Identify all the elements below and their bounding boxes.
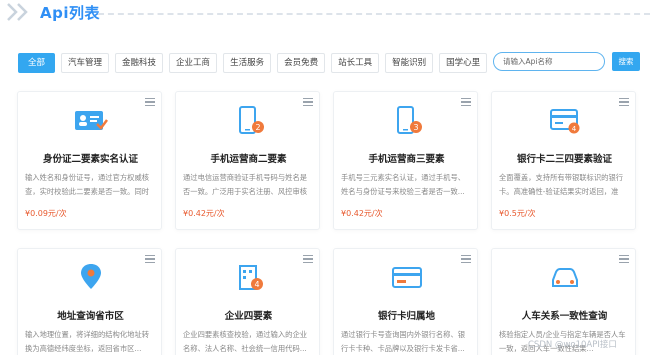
menu-icon[interactable] bbox=[303, 98, 313, 107]
api-description: 企业四要素核查校验，通过输入的企业名称、法人名称、社会统一信用代码... bbox=[183, 330, 308, 352]
menu-icon[interactable] bbox=[619, 98, 629, 107]
api-card[interactable]: 身份证二要素实名认证 输入姓名和身份证号，通过官方权威核查，实时校验此二要素是否… bbox=[17, 91, 162, 230]
api-price: ¥0.5元/次 bbox=[499, 209, 536, 218]
tab-all[interactable]: 全部 bbox=[18, 53, 56, 73]
double-chevron-icon bbox=[7, 3, 28, 21]
api-card[interactable]: 3 手机运营商三要素 手机号三元素实名认证，通过手机号、姓名与身份证号来校验三者… bbox=[333, 91, 478, 230]
phone-2-icon: 2 bbox=[239, 106, 264, 134]
tab-fintech[interactable]: 金融科技 bbox=[115, 53, 164, 73]
bank-card-icon: 4 bbox=[550, 109, 580, 134]
svg-text:3: 3 bbox=[413, 123, 418, 132]
tab-member-free[interactable]: 会员免费 bbox=[277, 53, 326, 73]
api-price: ¥0.09元/次 bbox=[25, 209, 67, 218]
api-card[interactable]: 2 手机运营商二要素 通过电信运营商验证手机号码与姓名是否一致。广泛用于实名注册… bbox=[175, 91, 320, 230]
map-pin-icon bbox=[81, 264, 101, 289]
api-description: 通过电信运营商验证手机号码与姓名是否一致。广泛用于实名注册、风控审核等场景... bbox=[183, 173, 308, 195]
api-price: ¥0.42元/次 bbox=[341, 209, 383, 218]
svg-text:4: 4 bbox=[254, 280, 259, 289]
building-4-icon: 4 bbox=[239, 265, 263, 290]
api-description: 输入地理位置，将详细的结构化地址转换为高德经纬度坐标，返回省市区... bbox=[25, 330, 150, 352]
menu-icon[interactable] bbox=[461, 98, 471, 107]
page-header: Api列表 bbox=[0, 0, 650, 30]
api-name: 身份证二要素实名认证 bbox=[42, 154, 138, 165]
api-description: 通过银行卡号查询国内外银行名称、银行卡卡种、卡品牌以及银行卡发卡省... bbox=[341, 330, 466, 352]
svg-text:4: 4 bbox=[572, 125, 577, 133]
car-icon bbox=[552, 268, 578, 287]
search-input[interactable]: 请输入Api名称 bbox=[493, 52, 605, 71]
api-name: 银行卡二三四要素验证 bbox=[516, 154, 612, 165]
page-title: Api列表 bbox=[40, 4, 100, 22]
api-price: ¥0.42元/次 bbox=[183, 209, 225, 218]
api-description: 全面覆盖，支持所有带银联标识的银行卡。高准确性-验证结果实时返回，准确... bbox=[499, 173, 624, 195]
api-name: 人车关系一致性查询 bbox=[521, 311, 608, 322]
tab-recognition[interactable]: 智能识别 bbox=[385, 53, 434, 73]
api-card[interactable]: 4 企业四要素 企业四要素核查校验，通过输入的企业名称、法人名称、社会统一信用代… bbox=[175, 248, 320, 355]
api-description: 输入姓名和身份证号，通过官方权威核查，实时校验此二要素是否一致。同时返回... bbox=[25, 173, 150, 195]
menu-icon[interactable] bbox=[145, 255, 155, 264]
card-icon bbox=[392, 267, 422, 288]
api-name: 手机运营商二要素 bbox=[210, 154, 287, 165]
api-name: 银行卡归属地 bbox=[377, 311, 435, 322]
api-name: 地址查询省市区 bbox=[57, 311, 124, 322]
menu-icon[interactable] bbox=[303, 255, 313, 264]
api-card[interactable]: 银行卡归属地 通过银行卡号查询国内外银行名称、银行卡卡种、卡品牌以及银行卡发卡省… bbox=[333, 248, 478, 355]
search-button[interactable]: 搜索 bbox=[612, 52, 640, 71]
api-card[interactable]: 地址查询省市区 输入地理位置，将详细的结构化地址转换为高德经纬度坐标，返回省市区… bbox=[17, 248, 162, 355]
id-card-icon bbox=[75, 111, 108, 130]
api-card[interactable]: 4 银行卡二三四要素验证 全面覆盖，支持所有带银联标识的银行卡。高准确性-验证结… bbox=[491, 91, 636, 230]
tab-life[interactable]: 生活服务 bbox=[223, 53, 272, 73]
api-description: 手机号三元素实名认证，通过手机号、姓名与身份证号来校验三者是否一致... bbox=[341, 173, 466, 195]
api-name: 企业四要素 bbox=[224, 311, 273, 322]
category-tabs: 全部 汽车管理 金融科技 企业工商 生活服务 会员免费 站长工具 智能识别 国学… bbox=[18, 53, 493, 73]
header-divider bbox=[98, 13, 650, 15]
watermark: CSDN @wo10API接口 bbox=[528, 340, 617, 350]
tab-webmaster[interactable]: 站长工具 bbox=[331, 53, 380, 73]
svg-text:2: 2 bbox=[255, 123, 260, 132]
api-name: 手机运营商三要素 bbox=[368, 154, 445, 165]
tab-psychology[interactable]: 国学心里 bbox=[439, 53, 488, 73]
menu-icon[interactable] bbox=[461, 255, 471, 264]
menu-icon[interactable] bbox=[145, 98, 155, 107]
tab-enterprise[interactable]: 企业工商 bbox=[169, 53, 218, 73]
phone-3-icon: 3 bbox=[397, 106, 422, 134]
tab-auto[interactable]: 汽车管理 bbox=[61, 53, 110, 73]
menu-icon[interactable] bbox=[619, 255, 629, 264]
